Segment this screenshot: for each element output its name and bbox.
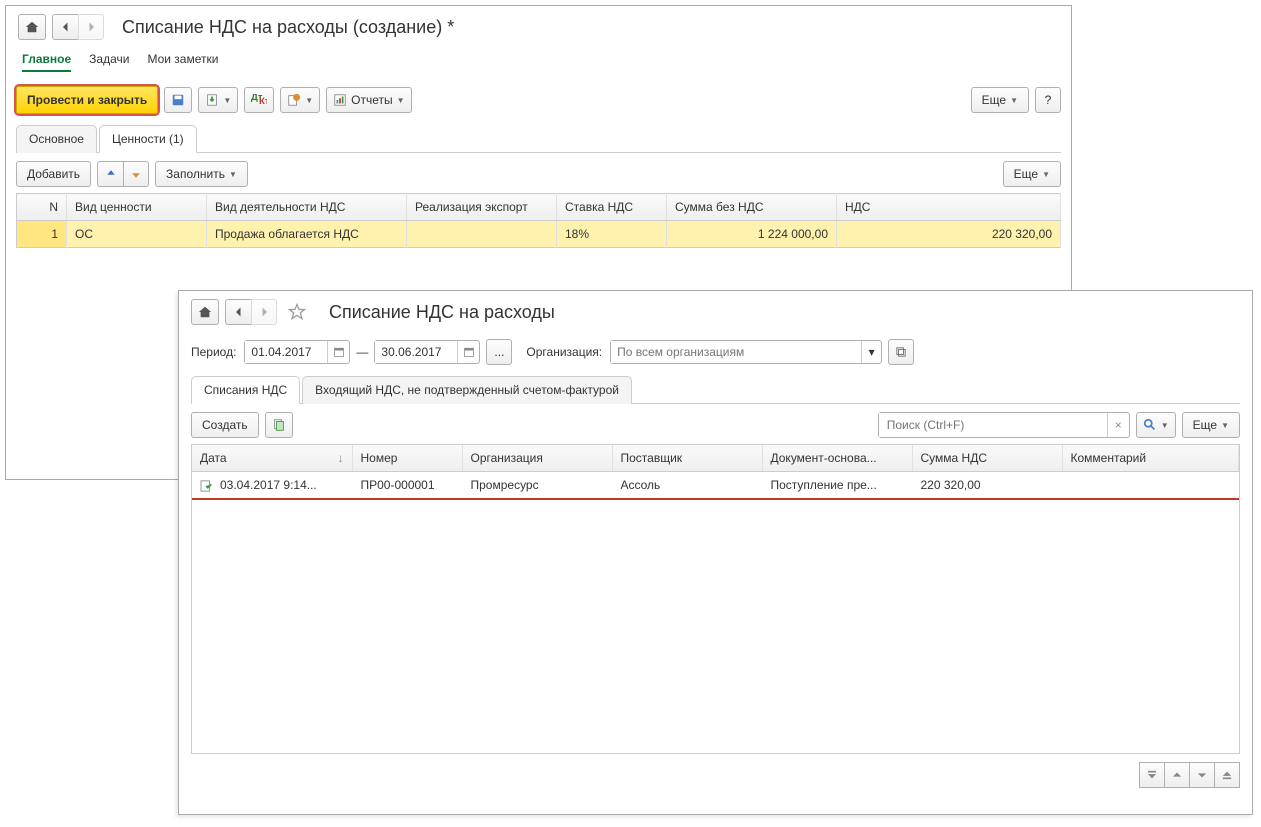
tab-notes[interactable]: Мои заметки: [147, 52, 218, 72]
lcol-supplier[interactable]: Поставщик: [612, 445, 762, 472]
org-dropdown[interactable]: ▾: [861, 341, 881, 363]
lcol-num[interactable]: Номер: [352, 445, 462, 472]
list-toolbar: Создать × ▼ Еще▼: [191, 412, 1240, 438]
basis-button[interactable]: ▼: [280, 87, 320, 113]
home-button[interactable]: [18, 14, 46, 40]
date-to-input[interactable]: [375, 341, 457, 363]
col-type[interactable]: Вид ценности: [67, 194, 207, 221]
reports-button[interactable]: Отчеты▼: [326, 87, 411, 113]
copy-button[interactable]: [265, 412, 293, 438]
tab-writeoffs[interactable]: Списания НДС: [191, 376, 300, 404]
add-button[interactable]: Добавить: [16, 161, 91, 187]
window-title-2: Списание НДС на расходы: [329, 302, 555, 323]
window-title-1: Списание НДС на расходы (создание) *: [122, 17, 454, 38]
list-last[interactable]: [1214, 762, 1240, 788]
lcol-vat[interactable]: Сумма НДС: [912, 445, 1062, 472]
col-n[interactable]: N: [17, 194, 67, 221]
list-table[interactable]: Дата ↓ Номер Организация Поставщик Докум…: [192, 445, 1239, 500]
titlebar-1: Списание НДС на расходы (создание) *: [6, 6, 1071, 48]
post-and-close-button[interactable]: Провести и закрыть: [16, 86, 158, 114]
tab-main[interactable]: Главное: [22, 52, 71, 72]
col-rate[interactable]: Ставка НДС: [557, 194, 667, 221]
toolbar-1: Провести и закрыть ▼ ДтКт ▼ Отчеты▼ Еще▼…: [6, 80, 1071, 120]
nav-forward: [78, 14, 104, 40]
post-button[interactable]: ▼: [198, 87, 238, 113]
date-from-input[interactable]: [245, 341, 327, 363]
calendar-icon-2[interactable]: [457, 341, 479, 363]
tab-incoming[interactable]: Входящий НДС, не подтвержденный счетом-ф…: [302, 376, 632, 404]
move-down-button[interactable]: [123, 161, 149, 187]
search-clear[interactable]: ×: [1107, 413, 1129, 437]
svg-text:Кт: Кт: [259, 96, 267, 106]
org-open-button[interactable]: [888, 339, 914, 365]
col-export[interactable]: Реализация экспорт: [407, 194, 557, 221]
filter-row: Период: — ... Организация: ▾: [179, 333, 1252, 371]
fill-button[interactable]: Заполнить▼: [155, 161, 248, 187]
titlebar-2: Списание НДС на расходы: [179, 291, 1252, 333]
nav-tabs: Главное Задачи Мои заметки: [6, 48, 1071, 80]
create-button[interactable]: Создать: [191, 412, 259, 438]
date-to[interactable]: [374, 340, 480, 364]
list-next[interactable]: [1189, 762, 1215, 788]
more-button-3[interactable]: Еще▼: [1182, 412, 1240, 438]
list-first[interactable]: [1139, 762, 1165, 788]
tab-tasks[interactable]: Задачи: [89, 52, 129, 72]
move-up-button[interactable]: [97, 161, 123, 187]
period-select-button[interactable]: ...: [486, 339, 512, 365]
lcol-comment[interactable]: Комментарий: [1062, 445, 1239, 472]
nav-back[interactable]: [52, 14, 78, 40]
nav-forward-2: [251, 299, 277, 325]
tab-content-1: Добавить Заполнить▼ Еще▼ N Вид ценности …: [16, 161, 1061, 248]
lcol-basis[interactable]: Документ-основа...: [762, 445, 912, 472]
list-area: Дата ↓ Номер Организация Поставщик Докум…: [191, 444, 1240, 754]
org-label: Организация:: [526, 345, 602, 359]
save-button[interactable]: [164, 87, 192, 113]
sub-tabs-1: Основное Ценности (1): [16, 124, 1061, 153]
table-row[interactable]: 1 ОС Продажа облагается НДС 18% 1 224 00…: [17, 221, 1061, 248]
period-label: Период:: [191, 345, 236, 359]
list-prev[interactable]: [1164, 762, 1190, 788]
help-button-1[interactable]: ?: [1035, 87, 1061, 113]
lcol-org[interactable]: Организация: [462, 445, 612, 472]
subtab-values[interactable]: Ценности (1): [99, 125, 197, 153]
favorite-icon[interactable]: [287, 302, 307, 322]
subtab-main[interactable]: Основное: [16, 125, 97, 153]
calendar-icon[interactable]: [327, 341, 349, 363]
find-button[interactable]: ▼: [1136, 412, 1176, 438]
more-button-1[interactable]: Еще▼: [971, 87, 1029, 113]
window-list: Списание НДС на расходы Период: — ... Ор…: [178, 290, 1253, 815]
sub-tabs-2: Списания НДС Входящий НДС, не подтвержде…: [191, 375, 1240, 404]
dtkt-button[interactable]: ДтКт: [244, 87, 274, 113]
search-box[interactable]: ×: [878, 412, 1130, 438]
search-input[interactable]: [879, 413, 1107, 437]
org-select[interactable]: ▾: [610, 340, 882, 364]
list-row[interactable]: 03.04.2017 9:14... ПР00-000001 Промресур…: [192, 472, 1239, 500]
col-sum[interactable]: Сумма без НДС: [667, 194, 837, 221]
list-nav-footer: [179, 762, 1252, 796]
values-table[interactable]: N Вид ценности Вид деятельности НДС Реал…: [16, 193, 1061, 248]
home-button-2[interactable]: [191, 299, 219, 325]
nav-back-2[interactable]: [225, 299, 251, 325]
lcol-date[interactable]: Дата ↓: [192, 445, 352, 472]
date-from[interactable]: [244, 340, 350, 364]
more-button-2[interactable]: Еще▼: [1003, 161, 1061, 187]
col-vat[interactable]: НДС: [837, 194, 1061, 221]
period-sep: —: [356, 345, 368, 359]
col-activity[interactable]: Вид деятельности НДС: [207, 194, 407, 221]
org-input[interactable]: [611, 341, 861, 363]
